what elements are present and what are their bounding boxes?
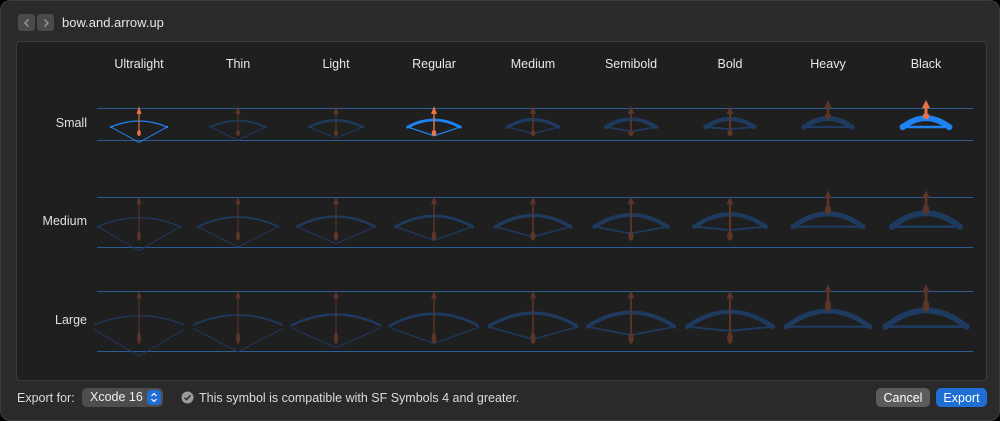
bow-and-arrow-icon[interactable] [881, 281, 971, 361]
column-header-black: Black [910, 57, 942, 71]
forward-button[interactable] [37, 14, 54, 31]
bow-and-arrow-icon[interactable] [685, 182, 775, 262]
back-button[interactable] [18, 14, 35, 31]
column-header-medium: Medium [510, 57, 556, 71]
bow-and-arrow-icon[interactable] [488, 182, 578, 262]
bow-and-arrow-icon[interactable] [94, 281, 184, 361]
bow-and-arrow-icon[interactable] [488, 281, 578, 361]
row-label-large: Large [55, 313, 87, 327]
export-for-label: Export for: [17, 391, 75, 405]
bow-and-arrow-icon[interactable] [881, 182, 971, 262]
bow-and-arrow-icon[interactable] [783, 84, 873, 164]
cancel-button[interactable]: Cancel [876, 388, 930, 407]
column-header-thin: Thin [225, 57, 251, 71]
column-header-ultralight: Ultralight [114, 57, 164, 71]
export-target-select[interactable]: Xcode 16 [82, 388, 163, 407]
chevron-right-icon [43, 18, 49, 27]
bow-and-arrow-icon[interactable] [586, 182, 676, 262]
export-window: bow.and.arrow.up Export for: Xcode 16 Th… [0, 0, 1000, 421]
bow-and-arrow-icon[interactable] [685, 84, 775, 164]
bow-and-arrow-icon[interactable] [586, 281, 676, 361]
column-header-bold: Bold [717, 57, 743, 71]
row-label-medium: Medium [42, 214, 87, 228]
bow-and-arrow-icon[interactable] [291, 281, 381, 361]
row-label-small: Small [55, 116, 87, 130]
bow-and-arrow-icon[interactable] [685, 281, 775, 361]
bow-and-arrow-icon[interactable] [783, 182, 873, 262]
column-header-regular: Regular [412, 57, 456, 71]
bow-and-arrow-icon[interactable] [193, 281, 283, 361]
bow-and-arrow-icon[interactable] [881, 84, 971, 164]
footer-bar: Export for: Xcode 16 This symbol is comp… [1, 381, 999, 420]
updown-chevron-icon [147, 390, 161, 405]
bow-and-arrow-icon[interactable] [389, 182, 479, 262]
bow-and-arrow-icon[interactable] [291, 182, 381, 262]
compatibility-message: This symbol is compatible with SF Symbol… [199, 391, 520, 405]
bow-and-arrow-icon[interactable] [193, 84, 283, 164]
checkmark-circle-icon [181, 391, 194, 404]
titlebar: bow.and.arrow.up [1, 1, 999, 41]
column-header-light: Light [322, 57, 350, 71]
column-header-semibold: Semibold [604, 57, 658, 71]
bow-and-arrow-icon[interactable] [193, 182, 283, 262]
bow-and-arrow-icon[interactable] [488, 84, 578, 164]
bow-and-arrow-icon[interactable] [94, 84, 184, 164]
bow-and-arrow-icon[interactable] [586, 84, 676, 164]
bow-and-arrow-icon[interactable] [94, 182, 184, 262]
export-button[interactable]: Export [936, 388, 987, 407]
bow-and-arrow-icon[interactable] [389, 84, 479, 164]
bow-and-arrow-icon[interactable] [291, 84, 381, 164]
export-target-value: Xcode 16 [90, 390, 143, 404]
chevron-left-icon [23, 18, 29, 27]
column-header-heavy: Heavy [810, 57, 846, 71]
bow-and-arrow-icon[interactable] [389, 281, 479, 361]
window-title: bow.and.arrow.up [62, 15, 164, 30]
bow-and-arrow-icon[interactable] [783, 281, 873, 361]
